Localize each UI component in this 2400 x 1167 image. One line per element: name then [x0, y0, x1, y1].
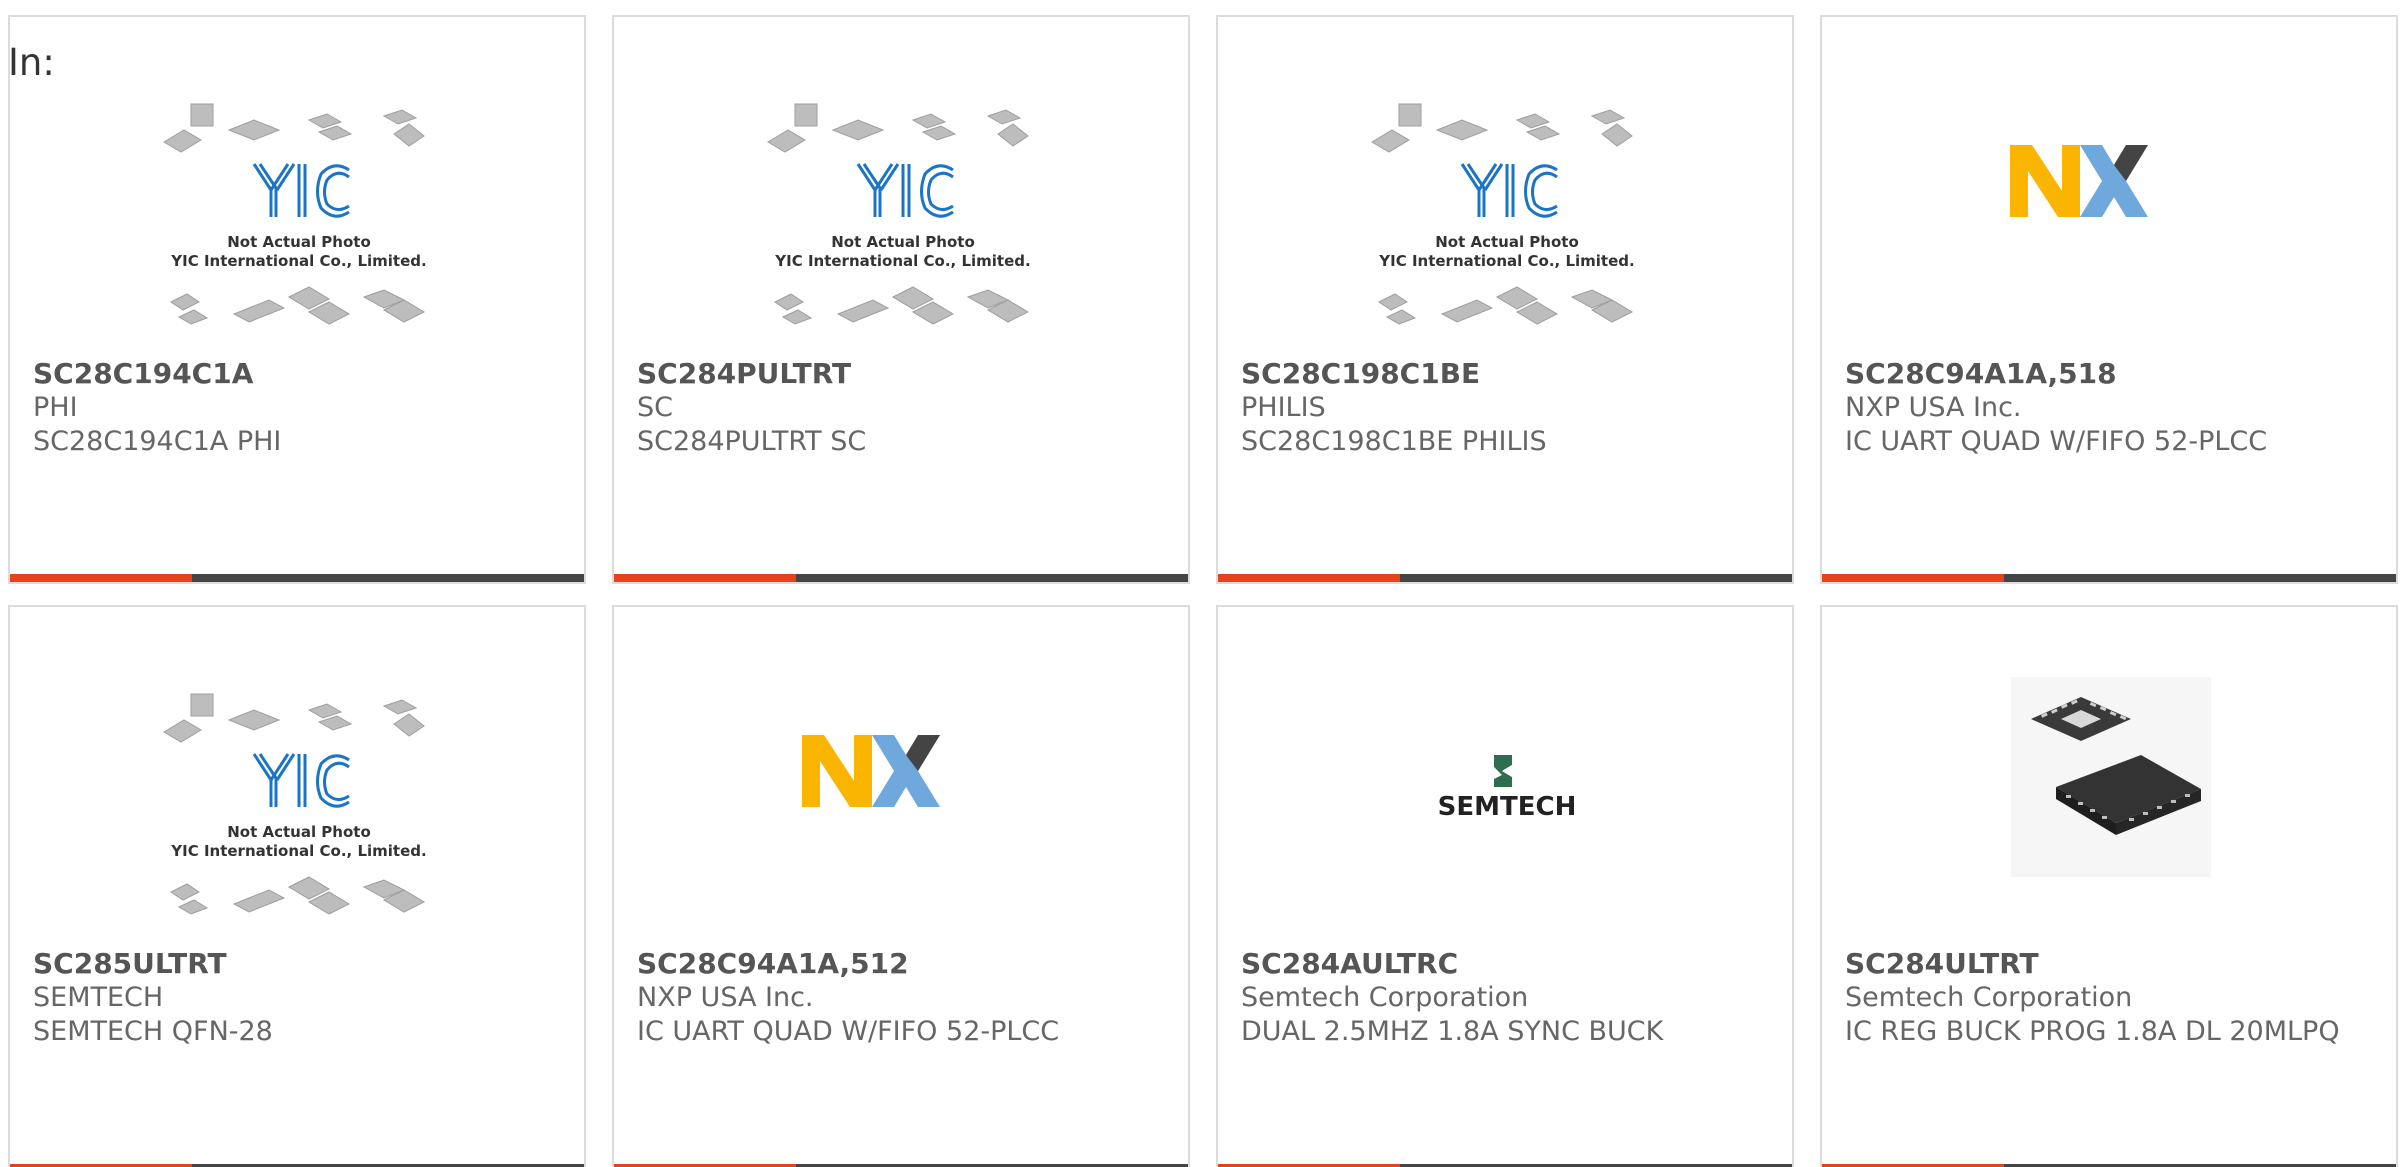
manufacturer: PHILIS [1241, 392, 1326, 423]
description: IC UART QUAD W/FIFO 52-PLCC [637, 1016, 1060, 1047]
product-card[interactable]: Not Actual Photo YIC International Co., … [8, 15, 586, 584]
nxp-logo-image [802, 735, 980, 807]
card-accent-bar [1822, 574, 2004, 582]
manufacturer: SEMTECH [33, 982, 164, 1013]
placeholder-line1: Not Actual Photo [227, 823, 371, 841]
description: SEMTECH QFN-28 [33, 1016, 273, 1047]
product-card[interactable]: SC284ULTRT Semtech Corporation IC REG BU… [1820, 605, 2398, 1167]
manufacturer: PHI [33, 392, 78, 423]
semtech-wordmark: SEMTECH [1438, 792, 1577, 819]
product-card[interactable]: SC28C94A1A,512 NXP USA Inc. IC UART QUAD… [612, 605, 1190, 1167]
description: DUAL 2.5MHZ 1.8A SYNC BUCK [1241, 1016, 1664, 1047]
card-bottom-bar [614, 574, 1188, 582]
product-info: SC28C194C1A PHI SC28C194C1A PHI [33, 357, 564, 459]
part-number[interactable]: SC284PULTRT [637, 357, 1168, 391]
part-number[interactable]: SC28C94A1A,512 [637, 947, 1168, 981]
placeholder-line2: YIC International Co., Limited. [1378, 252, 1634, 270]
product-card[interactable]: Not Actual Photo YIC International Co., … [612, 15, 1190, 584]
description: IC UART QUAD W/FIFO 52-PLCC [1845, 426, 2268, 457]
card-accent-bar [1218, 574, 1400, 582]
nxp-logo-image [2010, 145, 2188, 217]
qfn-chip-photo [2011, 677, 2211, 877]
product-info: SC284AULTRC Semtech Corporation DUAL 2.5… [1241, 947, 1772, 1049]
product-info: SC28C94A1A,518 NXP USA Inc. IC UART QUAD… [1845, 357, 2376, 459]
product-image[interactable] [1822, 87, 2396, 367]
placeholder-line1: Not Actual Photo [227, 233, 371, 251]
yic-placeholder-image: Not Actual Photo YIC International Co., … [163, 693, 427, 915]
card-bottom-bar [10, 574, 584, 582]
manufacturer: NXP USA Inc. [1845, 392, 2022, 423]
part-number[interactable]: SC28C194C1A [33, 357, 564, 391]
product-image[interactable] [614, 677, 1188, 957]
yic-placeholder-image: Not Actual Photo YIC International Co., … [1371, 103, 1635, 325]
product-image[interactable] [1822, 677, 2396, 957]
part-number[interactable]: SC284ULTRT [1845, 947, 2376, 981]
product-image-placeholder[interactable]: Not Actual Photo YIC International Co., … [10, 677, 584, 957]
placeholder-line2: YIC International Co., Limited. [774, 252, 1030, 270]
placeholder-line1: Not Actual Photo [1435, 233, 1579, 251]
product-card[interactable]: SC28C94A1A,518 NXP USA Inc. IC UART QUAD… [1820, 15, 2398, 584]
manufacturer: Semtech Corporation [1241, 982, 1529, 1013]
product-card[interactable]: Not Actual Photo YIC International Co., … [1216, 15, 1794, 584]
page: Not Actual Photo YIC International Co., … [0, 0, 2400, 1167]
in-label: In: [8, 41, 55, 84]
manufacturer: SC [637, 392, 673, 423]
card-bottom-bar [1822, 574, 2396, 582]
product-info: SC285ULTRT SEMTECH SEMTECH QFN-28 [33, 947, 564, 1049]
description: IC REG BUCK PROG 1.8A DL 20MLPQ [1845, 1016, 2340, 1047]
placeholder-line2: YIC International Co., Limited. [170, 842, 426, 860]
yic-placeholder-image: Not Actual Photo YIC International Co., … [163, 103, 427, 325]
manufacturer: NXP USA Inc. [637, 982, 814, 1013]
placeholder-line1: Not Actual Photo [831, 233, 975, 251]
part-number[interactable]: SC28C94A1A,518 [1845, 357, 2376, 391]
product-card[interactable]: Not Actual Photo YIC International Co., … [8, 605, 586, 1167]
card-accent-bar [614, 574, 796, 582]
placeholder-line2: YIC International Co., Limited. [170, 252, 426, 270]
description: SC28C198C1BE PHILIS [1241, 426, 1547, 457]
product-card[interactable]: SEMTECH SC284AULTRC Semtech Corporation … [1216, 605, 1794, 1167]
part-number[interactable]: SC285ULTRT [33, 947, 564, 981]
product-grid: Not Actual Photo YIC International Co., … [8, 15, 2398, 1167]
part-number[interactable]: SC28C198C1BE [1241, 357, 1772, 391]
product-info: SC28C94A1A,512 NXP USA Inc. IC UART QUAD… [637, 947, 1168, 1049]
semtech-logo-image: SEMTECH [1438, 755, 1577, 819]
yic-placeholder-image: Not Actual Photo YIC International Co., … [767, 103, 1031, 325]
card-accent-bar [10, 574, 192, 582]
product-image-placeholder[interactable]: Not Actual Photo YIC International Co., … [1218, 87, 1792, 367]
product-image[interactable]: SEMTECH [1218, 677, 1792, 957]
product-info: SC28C198C1BE PHILIS SC28C198C1BE PHILIS [1241, 357, 1772, 459]
description: SC284PULTRT SC [637, 426, 867, 457]
product-image-placeholder[interactable]: Not Actual Photo YIC International Co., … [10, 87, 584, 367]
description: SC28C194C1A PHI [33, 426, 282, 457]
card-bottom-bar [1218, 574, 1792, 582]
product-info: SC284ULTRT Semtech Corporation IC REG BU… [1845, 947, 2376, 1049]
manufacturer: Semtech Corporation [1845, 982, 2133, 1013]
product-info: SC284PULTRT SC SC284PULTRT SC [637, 357, 1168, 459]
product-image-placeholder[interactable]: Not Actual Photo YIC International Co., … [614, 87, 1188, 367]
part-number[interactable]: SC284AULTRC [1241, 947, 1772, 981]
